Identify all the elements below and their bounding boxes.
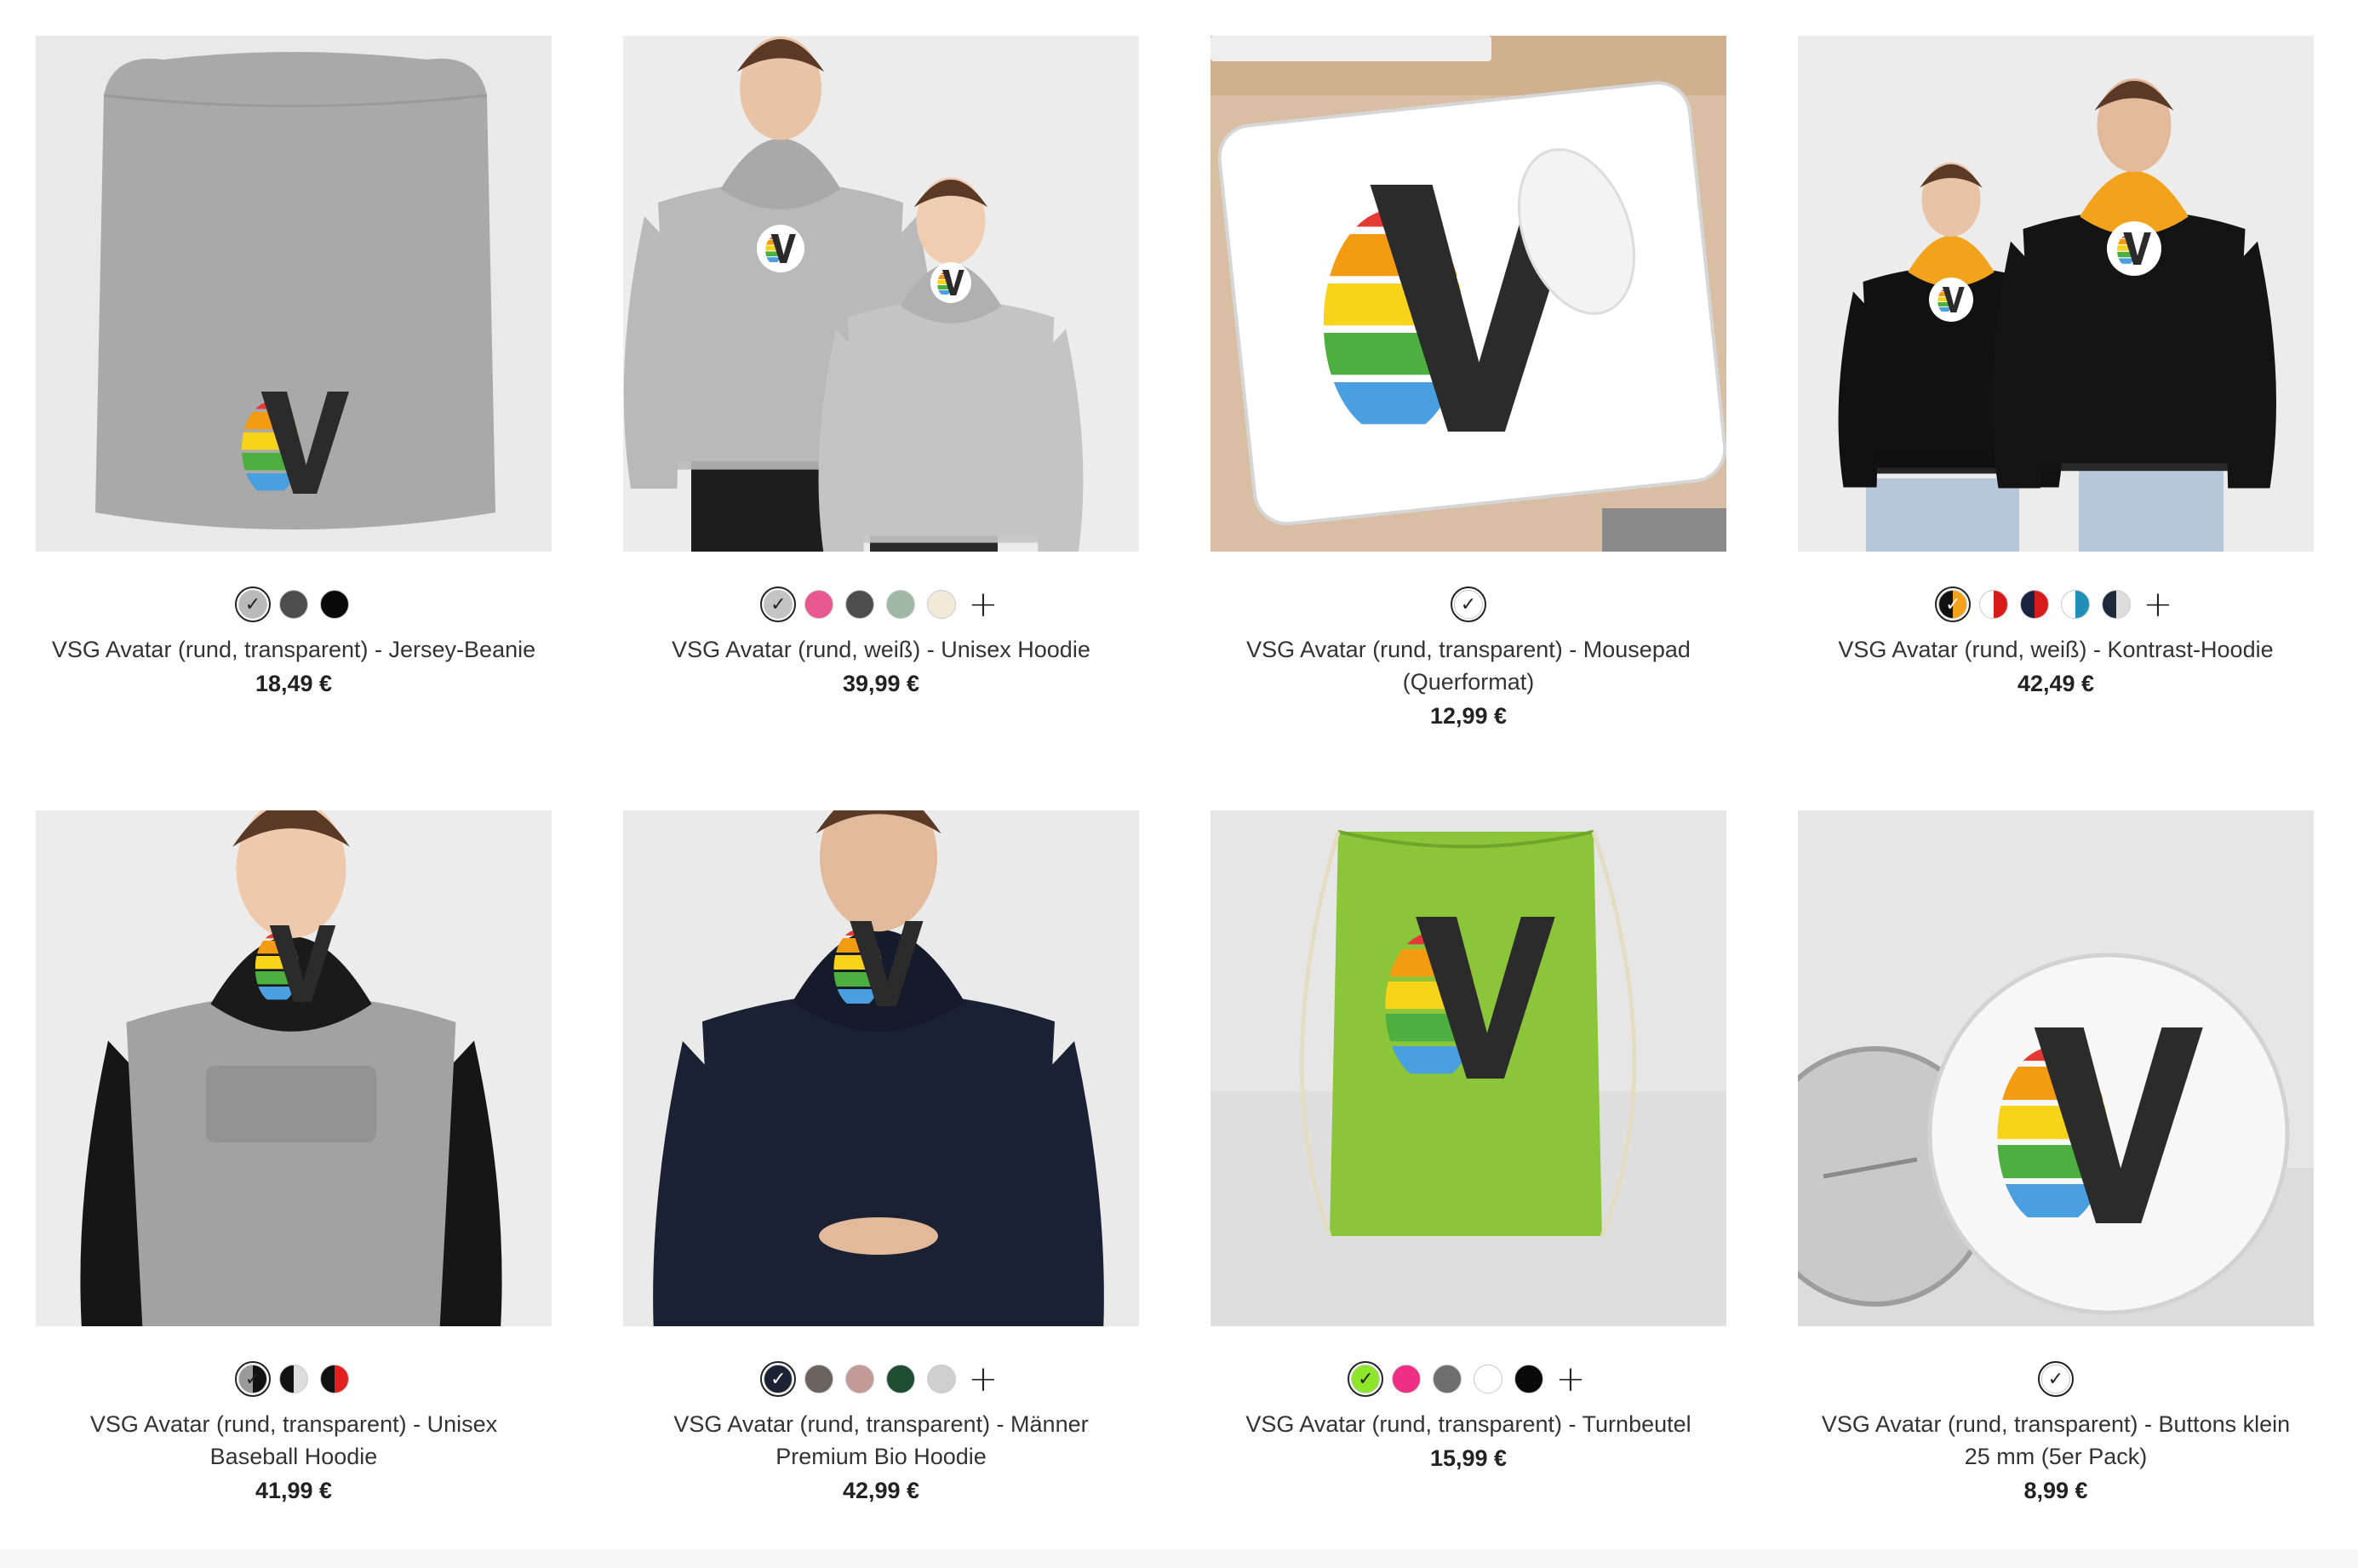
check-icon: ✓	[770, 1368, 787, 1389]
color-swatch[interactable]	[845, 1365, 875, 1393]
color-swatch[interactable]	[1474, 1365, 1503, 1393]
color-swatch[interactable]	[279, 1365, 308, 1393]
color-swatches: ✓ +	[1210, 1361, 1726, 1397]
color-swatch[interactable]	[1392, 1365, 1422, 1393]
check-icon: ✓	[1358, 1368, 1374, 1389]
plus-icon[interactable]: +	[2143, 587, 2172, 622]
product-title[interactable]: VSG Avatar (rund, transparent) - Jersey-…	[47, 633, 541, 666]
color-swatch[interactable]	[1514, 1365, 1544, 1393]
product-card: ✓ VSG Avatar (rund, transparent) - Butto…	[1798, 810, 2314, 1504]
product-price: 39,99 €	[842, 671, 920, 696]
color-swatch[interactable]	[927, 1365, 957, 1393]
product-card: ✓ + VSG Avatar (rund, transparent) - Turn…	[1210, 810, 1726, 1472]
product-card: ✓ + VSG Avatar (rund, weiß) - Kontrast-Ho…	[1798, 36, 2314, 697]
color-swatch[interactable]	[320, 590, 349, 619]
product-image[interactable]	[623, 810, 1139, 1326]
product-photo	[36, 810, 552, 1326]
color-swatch[interactable]: ✓	[2038, 1361, 2074, 1397]
check-icon: ✓	[1945, 593, 1961, 615]
product-title[interactable]: VSG Avatar (rund, transparent) - Unisex …	[47, 1408, 541, 1473]
product-image[interactable]	[1798, 36, 2314, 552]
product-price: 15,99 €	[1429, 1445, 1508, 1471]
product-image[interactable]	[36, 36, 552, 552]
color-swatch[interactable]	[804, 1365, 834, 1393]
color-swatch[interactable]	[886, 590, 916, 619]
product-price: 42,49 €	[2017, 671, 2095, 696]
product-photo	[1210, 810, 1726, 1326]
color-swatch[interactable]	[886, 1365, 916, 1393]
product-title[interactable]: VSG Avatar (rund, transparent) - Buttons…	[1809, 1408, 2303, 1473]
product-image[interactable]	[623, 36, 1139, 552]
product-image[interactable]	[36, 810, 552, 1326]
plus-icon[interactable]: +	[968, 1361, 998, 1397]
product-title[interactable]: VSG Avatar (rund, weiß) - Unisex Hoodie	[634, 633, 1128, 666]
product-title[interactable]: VSG Avatar (rund, transparent) - Turnbeu…	[1222, 1408, 1715, 1440]
product-card: ✓ + VSG Avatar (rund, transparent) - Männ…	[623, 810, 1139, 1504]
check-icon: ✓	[244, 593, 261, 615]
plus-icon[interactable]: +	[968, 587, 998, 622]
color-swatches: ✓ +	[623, 587, 1139, 622]
product-photo	[623, 810, 1139, 1326]
color-swatches: ✓ +	[623, 1361, 1139, 1397]
footer-strip	[0, 1549, 2358, 1568]
product-price: 12,99 €	[1429, 703, 1508, 729]
color-swatch[interactable]	[1433, 1365, 1462, 1393]
color-swatch[interactable]	[279, 590, 308, 619]
color-swatch[interactable]: ✓	[235, 587, 271, 622]
color-swatches: ✓ +	[1798, 587, 2314, 622]
product-title[interactable]: VSG Avatar (rund, transparent) - Männer …	[634, 1408, 1128, 1473]
product-photo	[1798, 36, 2314, 552]
color-swatch[interactable]	[320, 1365, 349, 1393]
plus-icon[interactable]: +	[1555, 1361, 1585, 1397]
color-swatches: ✓	[36, 1361, 552, 1397]
check-icon: ✓	[770, 593, 787, 615]
color-swatch[interactable]	[804, 590, 834, 619]
product-card: ✓ + VSG Avatar (rund, weiß) - Unisex Hood…	[623, 36, 1139, 697]
color-swatch[interactable]	[927, 590, 957, 619]
product-photo	[623, 36, 1139, 552]
color-swatch[interactable]	[2102, 590, 2132, 619]
product-card: ✓ VSG Avatar (rund, transparent) - Mouse…	[1210, 36, 1726, 730]
product-grid: ✓ VSG Avatar (rund, transparent) - Jerse…	[0, 0, 2358, 1568]
product-price: 18,49 €	[255, 671, 333, 696]
product-price: 41,99 €	[255, 1478, 333, 1503]
color-swatches: ✓	[36, 587, 552, 622]
color-swatch[interactable]: ✓	[1451, 587, 1486, 622]
product-title[interactable]: VSG Avatar (rund, transparent) - Mousepa…	[1222, 633, 1715, 698]
product-title[interactable]: VSG Avatar (rund, weiß) - Kontrast-Hoodi…	[1809, 633, 2303, 666]
color-swatch[interactable]	[2061, 590, 2091, 619]
color-swatch[interactable]	[1979, 590, 2009, 619]
color-swatches: ✓	[1798, 1361, 2314, 1397]
color-swatch[interactable]: ✓	[1935, 587, 1972, 622]
product-price: 42,99 €	[842, 1478, 920, 1503]
product-photo	[36, 36, 552, 552]
product-image[interactable]	[1210, 810, 1726, 1326]
color-swatch[interactable]: ✓	[1348, 1361, 1384, 1397]
product-photo	[1210, 36, 1726, 552]
check-icon: ✓	[244, 1368, 261, 1389]
color-swatches: ✓	[1210, 587, 1726, 622]
color-swatch[interactable]	[845, 590, 875, 619]
product-photo	[1798, 810, 2314, 1326]
product-image[interactable]	[1798, 810, 2314, 1326]
color-swatch[interactable]: ✓	[235, 1361, 271, 1397]
color-swatch[interactable]: ✓	[760, 1361, 797, 1397]
product-price: 8,99 €	[2023, 1478, 2088, 1503]
check-icon: ✓	[2047, 1368, 2064, 1389]
product-card: ✓ VSG Avatar (rund, transparent) - Jerse…	[36, 36, 552, 697]
check-icon: ✓	[1460, 593, 1477, 615]
color-swatch[interactable]	[2020, 590, 2050, 619]
product-image[interactable]	[1210, 36, 1726, 552]
product-card: ✓ VSG Avatar (rund, transparent) - Unise…	[36, 810, 552, 1504]
color-swatch[interactable]: ✓	[760, 587, 797, 622]
